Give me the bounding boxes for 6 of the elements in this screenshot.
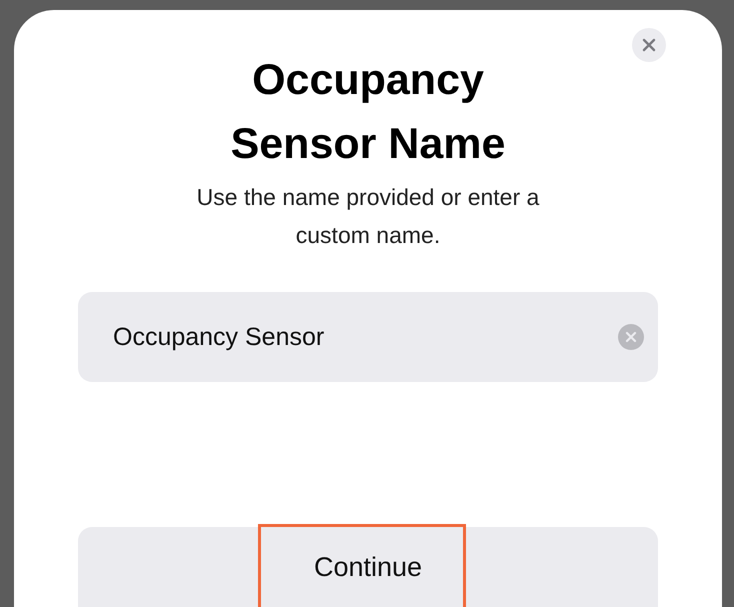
sheet-title: Occupancy Sensor Name	[230, 55, 506, 170]
close-button[interactable]	[632, 28, 666, 62]
name-field[interactable]: Occupancy Sensor	[78, 292, 658, 382]
close-icon	[642, 38, 656, 52]
continue-button[interactable]: Continue	[78, 527, 658, 607]
sheet-subtitle: Use the name provided or enter a custom name.	[196, 183, 540, 250]
